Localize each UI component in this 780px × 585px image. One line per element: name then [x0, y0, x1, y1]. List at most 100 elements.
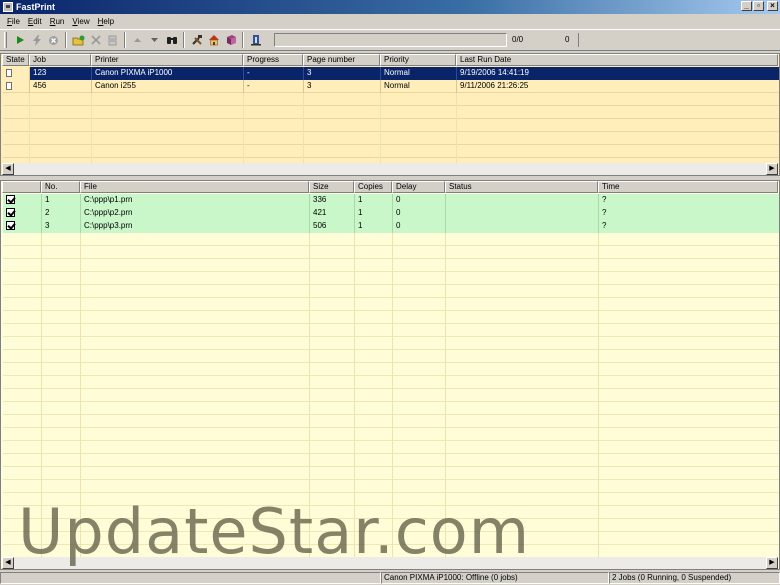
file-row[interactable]: 2 C:\ppp\p2.prn 421 1 0 ? [3, 207, 779, 220]
run-button[interactable] [11, 32, 28, 49]
tools-button[interactable] [188, 32, 205, 49]
stop-button[interactable] [45, 32, 62, 49]
file-copies: 1 [355, 194, 393, 207]
file-time: ? [602, 195, 607, 204]
toolbar-separator [124, 32, 126, 48]
help-book-button[interactable] [222, 32, 239, 49]
column-header-status[interactable]: Status [445, 181, 598, 193]
checkbox-checked-icon[interactable] [6, 221, 15, 230]
run-fast-button[interactable] [28, 32, 45, 49]
file-row[interactable]: 3 C:\ppp\p3.prn 506 1 0 ? [3, 220, 779, 233]
jobs-horizontal-scrollbar[interactable]: ◀ ▶ [2, 163, 778, 175]
menu-edit[interactable]: Edit [24, 17, 46, 26]
close-button[interactable]: × [767, 1, 778, 11]
file-time: ? [602, 208, 607, 217]
scroll-right-icon[interactable]: ▶ [766, 557, 778, 569]
jobs-list[interactable]: State Job Printer Progress Page number P… [0, 53, 780, 176]
job-printer: Canon i255 [92, 80, 244, 93]
find-button[interactable] [163, 32, 180, 49]
column-header-printer[interactable]: Printer [91, 54, 243, 66]
delete-button[interactable] [87, 32, 104, 49]
scroll-left-icon[interactable]: ◀ [2, 163, 14, 175]
menu-run[interactable]: Run [46, 17, 69, 26]
file-number: 3 [42, 220, 81, 233]
menu-help[interactable]: Help [94, 17, 118, 26]
toolbar-grip[interactable] [4, 32, 7, 48]
column-header-priority[interactable]: Priority [380, 54, 456, 66]
file-path: C:\ppp\p1.prn [81, 194, 310, 207]
home-button[interactable] [205, 32, 222, 49]
properties-button[interactable] [104, 32, 121, 49]
job-row-selected[interactable]: 123 Canon PIXMA iP1000 - 3 Normal 9/19/2… [30, 67, 779, 80]
tools-icon [191, 35, 202, 45]
column-header-progress[interactable]: Progress [243, 54, 303, 66]
watermark: UpdateStar.com [18, 495, 531, 568]
toolbar: 0/0 0 [0, 29, 780, 51]
checkbox-checked-icon[interactable] [6, 208, 15, 217]
minimize-button[interactable]: _ [741, 1, 752, 11]
column-header-checkbox[interactable] [2, 181, 41, 193]
file-enabled-checkbox[interactable] [3, 194, 42, 207]
file-copies: 1 [355, 220, 393, 233]
file-delay: 0 [393, 194, 446, 207]
job-last-run-date: 9/11/2006 21:26:25 [460, 81, 529, 90]
column-header-delay[interactable]: Delay [392, 181, 445, 193]
job-row[interactable]: 123 Canon PIXMA iP1000 - 3 Normal 9/19/2… [3, 67, 779, 80]
job-counter: 0 [565, 35, 570, 44]
column-header-page-number[interactable]: Page number [303, 54, 380, 66]
status-panel-empty [0, 572, 381, 584]
job-last-run-date: 9/19/2006 14:41:19 [460, 68, 529, 77]
column-header-copies[interactable]: Copies [354, 181, 392, 193]
menu-view[interactable]: View [68, 17, 93, 26]
file-row[interactable]: 1 C:\ppp\p1.prn 336 1 0 ? [3, 194, 779, 207]
toolbar-separator [65, 32, 67, 48]
stop-icon [49, 35, 58, 45]
column-header-job[interactable]: Job [29, 54, 91, 66]
arrow-up-icon [134, 38, 141, 42]
column-header-size[interactable]: Size [309, 181, 354, 193]
files-header: No. File Size Copies Delay Status Time [2, 181, 778, 193]
move-down-button[interactable] [146, 32, 163, 49]
file-size: 506 [310, 220, 355, 233]
jobs-body: 123 Canon PIXMA iP1000 - 3 Normal 9/19/2… [3, 67, 779, 163]
file-enabled-checkbox[interactable] [3, 220, 42, 233]
job-row[interactable]: 456 Canon i255 - 3 Normal 9/11/2006 21:2… [3, 80, 779, 93]
job-page-number: 3 [304, 67, 381, 80]
menu-bar: File Edit Run View Help [0, 14, 780, 28]
column-header-last-run-date[interactable]: Last Run Date [456, 54, 778, 66]
book-icon [226, 35, 236, 45]
add-job-button[interactable] [70, 32, 87, 49]
column-header-file[interactable]: File [80, 181, 309, 193]
job-id: 456 [30, 80, 92, 93]
document-icon [6, 69, 12, 77]
file-path: C:\ppp\p2.prn [81, 207, 310, 220]
job-state [3, 80, 30, 93]
scroll-track[interactable] [14, 163, 766, 175]
file-status [446, 194, 599, 207]
job-progress: - [244, 67, 304, 80]
exit-button[interactable] [247, 32, 264, 49]
progress-counter: 0/0 [512, 35, 524, 44]
column-header-no[interactable]: No. [41, 181, 80, 193]
file-enabled-checkbox[interactable] [3, 207, 42, 220]
file-number: 1 [42, 194, 81, 207]
checkbox-checked-icon[interactable] [6, 195, 15, 204]
move-up-button[interactable] [129, 32, 146, 49]
home-icon [208, 35, 219, 46]
job-id: 123 [30, 67, 92, 80]
column-header-state[interactable]: State [2, 54, 29, 66]
maximize-button[interactable]: ▫ [753, 1, 764, 11]
delete-icon [90, 35, 101, 45]
window-controls: _ ▫ × [741, 1, 778, 11]
arrow-down-icon [151, 38, 158, 42]
menu-file[interactable]: File [3, 17, 24, 26]
window-title: FastPrint [16, 2, 56, 12]
printer-app-icon [3, 2, 13, 12]
file-size: 336 [310, 194, 355, 207]
open-folder-icon [72, 35, 85, 45]
jobs-header: State Job Printer Progress Page number P… [2, 54, 778, 66]
column-header-time[interactable]: Time [598, 181, 778, 193]
file-delay: 0 [393, 207, 446, 220]
scroll-right-icon[interactable]: ▶ [766, 163, 778, 175]
scroll-left-icon[interactable]: ◀ [2, 557, 14, 569]
